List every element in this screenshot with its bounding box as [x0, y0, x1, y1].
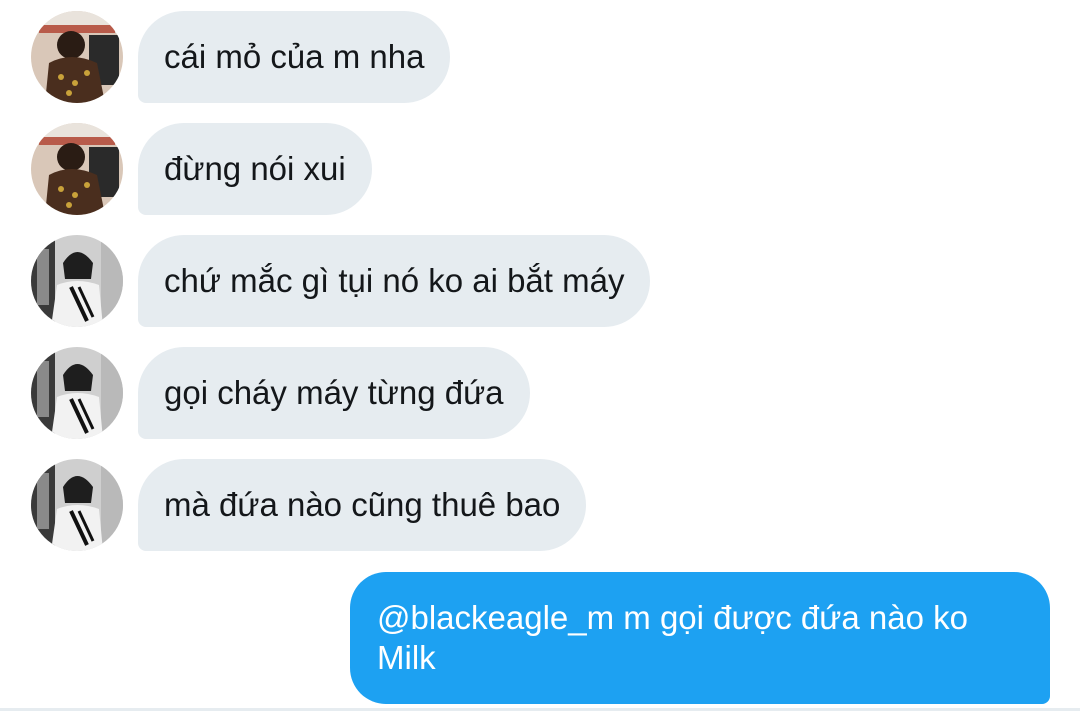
avatar-white-shirt[interactable] — [31, 459, 123, 551]
message-row: gọi cháy máy từng đứa — [0, 347, 1080, 439]
message-row: cái mỏ của m nha — [0, 11, 1080, 103]
message-row: chứ mắc gì tụi nó ko ai bắt máy — [0, 235, 1080, 327]
incoming-message-bubble[interactable]: cái mỏ của m nha — [138, 11, 451, 103]
incoming-message-bubble[interactable]: chứ mắc gì tụi nó ko ai bắt máy — [138, 235, 651, 327]
message-row: mà đứa nào cũng thuê bao — [0, 459, 1080, 551]
avatar-white-shirt[interactable] — [31, 347, 123, 439]
message-row: đừng nói xui — [0, 123, 1080, 215]
dm-conversation: cái mỏ của m nha đừng nói xui chứ mắc gì… — [0, 0, 1080, 711]
outgoing-message-bubble[interactable]: @blackeagle_m m gọi được đứa nào ko Milk — [350, 572, 1050, 704]
incoming-message-bubble[interactable]: đừng nói xui — [138, 123, 372, 215]
avatar-dark-jacket[interactable] — [31, 123, 123, 215]
avatar-dark-jacket[interactable] — [31, 11, 123, 103]
incoming-message-bubble[interactable]: mà đứa nào cũng thuê bao — [138, 459, 587, 551]
avatar-white-shirt[interactable] — [31, 235, 123, 327]
incoming-message-bubble[interactable]: gọi cháy máy từng đứa — [138, 347, 530, 439]
